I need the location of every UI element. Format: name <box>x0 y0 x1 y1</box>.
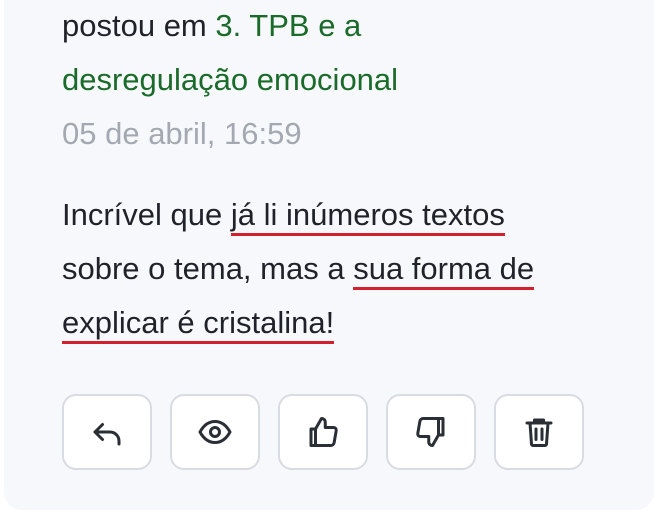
eye-icon <box>198 420 232 444</box>
view-button[interactable] <box>170 394 260 470</box>
post-timestamp: 05 de abril, 16:59 <box>62 116 302 151</box>
delete-button[interactable] <box>494 394 584 470</box>
comment-line-3: explicar é cristalina! <box>62 296 335 350</box>
topic-link[interactable]: 3. TPB e a <box>215 8 361 43</box>
comment-line-1: Incrível que já li inúmeros textos <box>62 188 505 242</box>
dislike-button[interactable] <box>386 394 476 470</box>
comment-text: sobre o tema, mas a <box>62 251 345 286</box>
like-button[interactable] <box>278 394 368 470</box>
thumbs-up-icon <box>309 417 338 447</box>
comment-line-2: sobre o tema, mas a sua forma de <box>62 242 535 296</box>
thumbs-down-icon <box>416 417 445 447</box>
post-action-text: postou em <box>62 8 207 43</box>
post-header-line-2: desregulação emocional <box>62 54 398 106</box>
reply-icon <box>93 423 121 446</box>
underlined-text: sua forma de <box>353 251 535 290</box>
underlined-text: explicar é cristalina! <box>62 305 335 344</box>
topic-link-continued[interactable]: desregulação emocional <box>62 62 398 97</box>
reply-button[interactable] <box>62 394 152 470</box>
comment-card: postou em 3. TPB e a desregulação emocio… <box>4 0 654 510</box>
underlined-text: já li inúmeros textos <box>230 197 505 236</box>
trash-icon <box>525 418 553 447</box>
post-header-line-1: postou em 3. TPB e a <box>62 0 361 52</box>
action-bar <box>62 394 584 470</box>
comment-text: Incrível que <box>62 197 223 232</box>
